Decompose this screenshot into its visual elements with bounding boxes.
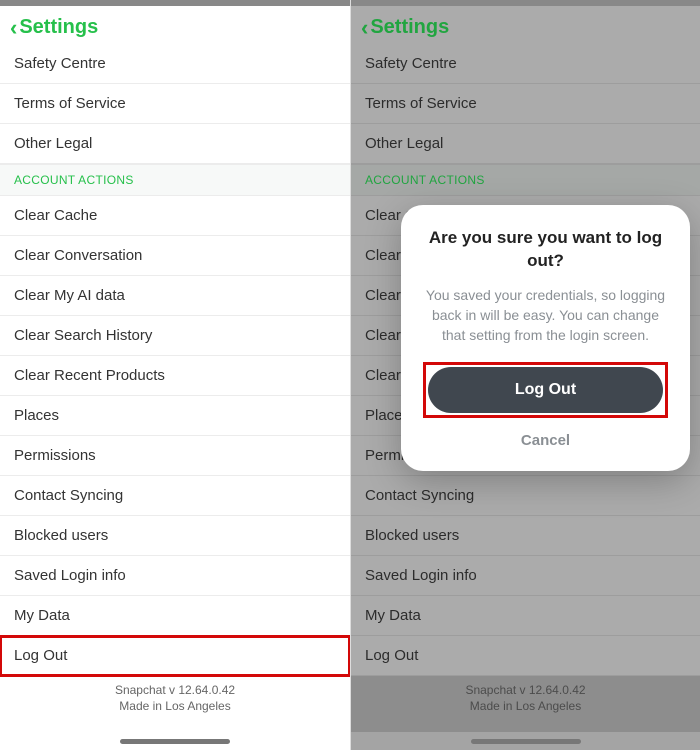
settings-screen-logout-dialog: ‹ Settings Safety Centre Terms of Servic… [350, 0, 700, 750]
logout-button-highlight: Log Out [423, 362, 668, 418]
settings-row-safety-centre[interactable]: Safety Centre [0, 44, 350, 84]
settings-row-blocked-users[interactable]: Blocked users [0, 516, 350, 556]
settings-row-terms-of-service[interactable]: Terms of Service [0, 84, 350, 124]
footer-version: Snapchat v 12.64.0.42 [351, 682, 700, 698]
settings-row-log-out: Log Out [351, 636, 700, 676]
cancel-button[interactable]: Cancel [423, 418, 668, 453]
footer: Snapchat v 12.64.0.42 Made in Los Angele… [0, 676, 350, 732]
logout-button[interactable]: Log Out [428, 367, 663, 413]
dialog-title: Are you sure you want to log out? [423, 227, 668, 273]
settings-row-other-legal[interactable]: Other Legal [0, 124, 350, 164]
settings-row-blocked-users: Blocked users [351, 516, 700, 556]
nav-title: Settings [370, 16, 449, 39]
logout-confirm-dialog: Are you sure you want to log out? You sa… [401, 205, 690, 471]
settings-row-contact-syncing[interactable]: Contact Syncing [0, 476, 350, 516]
settings-row-clear-my-ai-data[interactable]: Clear My AI data [0, 276, 350, 316]
footer: Snapchat v 12.64.0.42 Made in Los Angele… [351, 676, 700, 732]
footer-version: Snapchat v 12.64.0.42 [0, 682, 350, 698]
settings-row-my-data[interactable]: My Data [0, 596, 350, 636]
settings-row-clear-conversation[interactable]: Clear Conversation [0, 236, 350, 276]
settings-row-permissions[interactable]: Permissions [0, 436, 350, 476]
settings-row-my-data: My Data [351, 596, 700, 636]
settings-row-saved-login-info: Saved Login info [351, 556, 700, 596]
settings-row-clear-search-history[interactable]: Clear Search History [0, 316, 350, 356]
footer-location: Made in Los Angeles [351, 698, 700, 714]
section-header-account-actions: ACCOUNT ACTIONS [0, 164, 350, 196]
settings-row-safety-centre: Safety Centre [351, 44, 700, 84]
nav-title[interactable]: Settings [19, 16, 98, 39]
settings-row-clear-recent-products[interactable]: Clear Recent Products [0, 356, 350, 396]
settings-row-log-out[interactable]: Log Out [0, 636, 350, 676]
settings-row-other-legal: Other Legal [351, 124, 700, 164]
settings-row-saved-login-info[interactable]: Saved Login info [0, 556, 350, 596]
settings-row-clear-cache[interactable]: Clear Cache [0, 196, 350, 236]
settings-row-contact-syncing: Contact Syncing [351, 476, 700, 516]
section-header-account-actions: ACCOUNT ACTIONS [351, 164, 700, 196]
back-chevron-icon[interactable]: ‹ [10, 17, 19, 39]
footer-location: Made in Los Angeles [0, 698, 350, 714]
home-indicator [471, 739, 581, 744]
settings-screen-before: ‹ Settings Safety Centre Terms of Servic… [0, 0, 350, 750]
back-chevron-icon: ‹ [361, 17, 370, 39]
settings-row-terms-of-service: Terms of Service [351, 84, 700, 124]
settings-row-places[interactable]: Places [0, 396, 350, 436]
dialog-body: You saved your credentials, so logging b… [423, 285, 668, 346]
settings-list: Safety Centre Terms of Service Other Leg… [0, 44, 350, 750]
home-indicator [120, 739, 230, 744]
